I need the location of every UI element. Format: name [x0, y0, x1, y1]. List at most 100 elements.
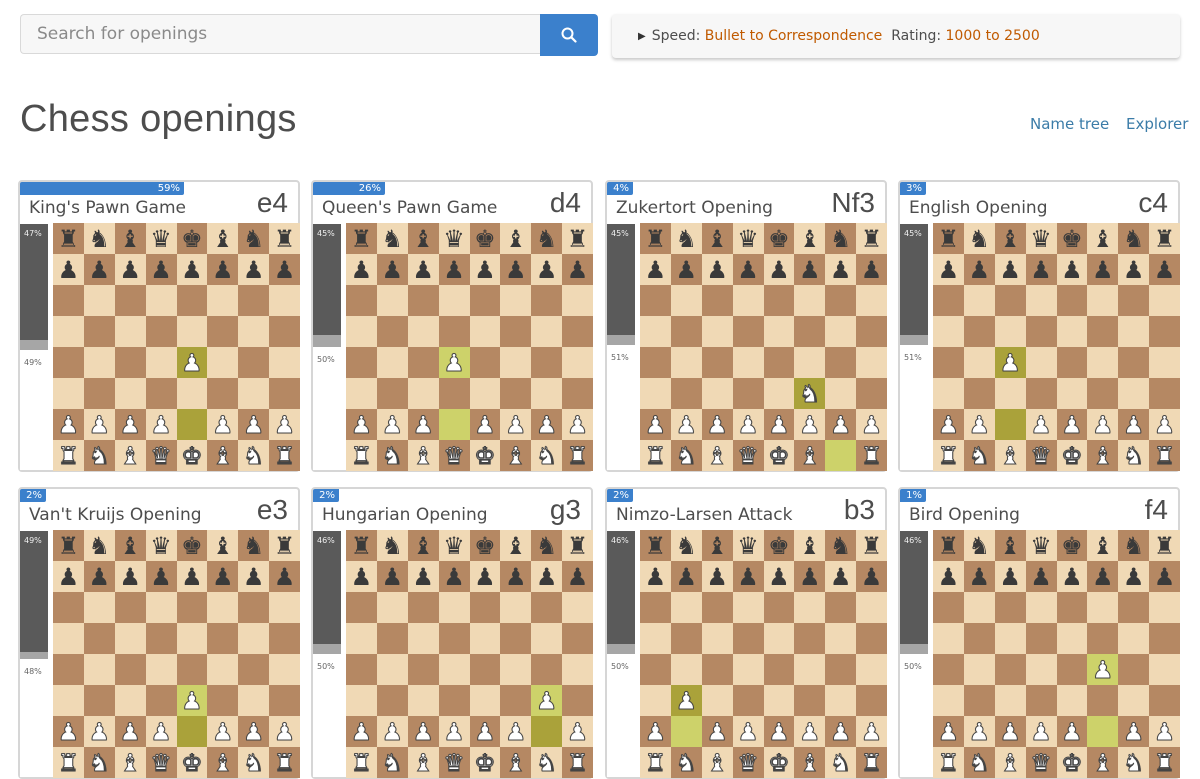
board-square: ♟	[562, 409, 593, 440]
search-button[interactable]	[540, 14, 598, 56]
board-square	[1025, 285, 1057, 316]
board-square	[207, 654, 239, 685]
white-piece-icon: ♟	[1030, 410, 1052, 439]
black-piece-icon: ♚	[474, 531, 496, 560]
black-piece-icon: ♟	[1122, 562, 1145, 591]
board-square: ♜	[562, 440, 593, 471]
board-square: ♟	[238, 254, 270, 285]
board-square: ♟	[114, 561, 146, 592]
white-piece-icon: ♜	[1153, 441, 1176, 470]
board-square: ♝	[114, 223, 146, 254]
board-square: ♞	[670, 223, 702, 254]
black-piece-icon: ♟	[150, 255, 172, 284]
black-piece-icon: ♟	[273, 255, 296, 284]
black-piece-icon: ♛	[443, 224, 465, 253]
black-piece-icon: ♞	[829, 224, 852, 253]
black-piece-icon: ♝	[1092, 224, 1114, 253]
board-square	[176, 285, 208, 316]
board-square: ♝	[794, 530, 826, 561]
board-square: ♟	[531, 409, 563, 440]
black-piece-icon: ♟	[799, 562, 821, 591]
white-piece-icon: ♟	[968, 410, 991, 439]
board-square	[376, 654, 408, 685]
opening-card[interactable]: 59% King's Pawn Game e4 47% 49% ♜ ♞ ♝ ♛ ♚ ♝ ♞ ♜ ♟ ♟ ♟ ♟ ♟…	[18, 180, 300, 472]
opening-card[interactable]: 3% English Opening c4 45% 51% ♜ ♞ ♝ ♛ ♚ ♝ ♞ ♜ ♟ ♟ ♟ ♟ ♟ ♟ ♟…	[898, 180, 1180, 472]
white-piece-icon: ♛	[443, 748, 465, 777]
white-wins-percent: 50%	[611, 662, 629, 671]
board-square: ♜	[856, 440, 887, 471]
opening-card[interactable]: 2% Nimzo-Larsen Attack b3 46% 50% ♜ ♞ ♝ ♛ ♚ ♝ ♞ ♜ ♟ ♟ ♟…	[605, 487, 887, 779]
board-square	[1056, 347, 1088, 378]
white-piece-icon: ♟	[1092, 410, 1114, 439]
black-piece-icon: ♟	[181, 562, 203, 591]
white-piece-icon: ♝	[1092, 441, 1114, 470]
board-square: ♟	[963, 254, 995, 285]
opening-card[interactable]: 4% Zukertort Opening Nf3 45% 51% ♜ ♞ ♝ ♛ ♚ ♝ ♞ ♜ ♟ ♟ ♟ ♟…	[605, 180, 887, 472]
white-piece-icon: ♟	[706, 717, 728, 746]
filter-toggle[interactable]: ▶ Speed: Bullet to Correspondence Rating…	[612, 14, 1180, 58]
black-wins-bar	[900, 224, 928, 335]
black-piece-icon: ♞	[968, 224, 991, 253]
board-square: ♟	[794, 409, 826, 440]
board-square	[1056, 685, 1088, 716]
board-square: ♟	[640, 254, 671, 285]
board-square	[407, 623, 439, 654]
board-square: ♜	[640, 223, 671, 254]
board-square: ♝	[407, 440, 439, 471]
white-piece-icon: ♟	[381, 410, 404, 439]
board-square	[763, 285, 795, 316]
white-piece-icon: ♟	[737, 410, 759, 439]
black-wins-bar	[607, 531, 635, 644]
board-square: ♞	[376, 747, 408, 778]
search-input[interactable]	[20, 14, 541, 54]
board-square	[994, 685, 1026, 716]
board-square: ♞	[1118, 747, 1150, 778]
white-piece-icon: ♟	[443, 717, 465, 746]
opening-card[interactable]: 2% Van't Kruijs Opening e3 49% 48% ♜ ♞ ♝ ♛ ♚ ♝ ♞ ♜ ♟ ♟…	[18, 487, 300, 779]
name-tree-link[interactable]: Name tree	[1030, 115, 1109, 133]
board-square	[407, 316, 439, 347]
board-square: ♟	[176, 685, 208, 716]
board-square	[794, 623, 826, 654]
board-square: ♟	[994, 254, 1026, 285]
opening-card[interactable]: 1% Bird Opening f4 46% 50% ♜ ♞ ♝ ♛ ♚ ♝ ♞ ♜ ♟ ♟ ♟ ♟ ♟ ♟ ♟ ♟ ♟ ♟…	[898, 487, 1180, 779]
board-square	[376, 378, 408, 409]
black-piece-icon: ♝	[706, 224, 728, 253]
opening-card[interactable]: 26% Queen's Pawn Game d4 45% 50% ♜ ♞ ♝ ♛ ♚ ♝ ♞ ♜ ♟ ♟ ♟ ♟…	[311, 180, 593, 472]
black-piece-icon: ♟	[644, 255, 667, 284]
black-piece-icon: ♟	[1030, 255, 1052, 284]
black-piece-icon: ♝	[119, 531, 141, 560]
board-square: ♜	[1149, 223, 1180, 254]
board-square	[670, 285, 702, 316]
board-square	[856, 623, 887, 654]
board-square	[794, 316, 826, 347]
black-wins-bar	[900, 531, 928, 644]
board-square	[114, 592, 146, 623]
board-square: ♟	[469, 716, 501, 747]
board-square: ♜	[53, 440, 84, 471]
white-piece-icon: ♜	[644, 748, 667, 777]
white-piece-icon: ♟	[273, 717, 296, 746]
board-square	[145, 685, 177, 716]
board-square: ♟	[1025, 409, 1057, 440]
black-piece-icon: ♞	[1122, 224, 1145, 253]
board-square	[1025, 685, 1057, 716]
board-square: ♝	[500, 440, 532, 471]
explorer-link[interactable]: Explorer	[1126, 115, 1188, 133]
board-square: ♟	[670, 409, 702, 440]
board-square: ♟	[376, 254, 408, 285]
board-square	[500, 378, 532, 409]
white-wins-percent: 50%	[904, 662, 922, 671]
board-square	[794, 654, 826, 685]
board-square	[438, 316, 470, 347]
board-square	[794, 685, 826, 716]
opening-card[interactable]: 2% Hungarian Opening g3 46% 50% ♜ ♞ ♝ ♛ ♚ ♝ ♞ ♜ ♟ ♟ ♟ ♟ ♟…	[311, 487, 593, 779]
black-piece-icon: ♜	[350, 531, 373, 560]
black-piece-icon: ♞	[242, 531, 265, 560]
chess-board: ♜ ♞ ♝ ♛ ♚ ♝ ♞ ♜ ♟ ♟ ♟ ♟ ♟ ♟ ♟ ♟ ♟ ♟ ♟ ♟ ♟ ♟ ♟ ♟ ♜ ♞ ♝ ♛ ♚ ♝ ♞ ♜	[346, 530, 593, 778]
white-piece-icon: ♟	[57, 717, 80, 746]
board-square: ♟	[856, 716, 887, 747]
board-square	[1025, 316, 1057, 347]
board-square: ♝	[1087, 223, 1119, 254]
black-piece-icon: ♜	[860, 531, 883, 560]
